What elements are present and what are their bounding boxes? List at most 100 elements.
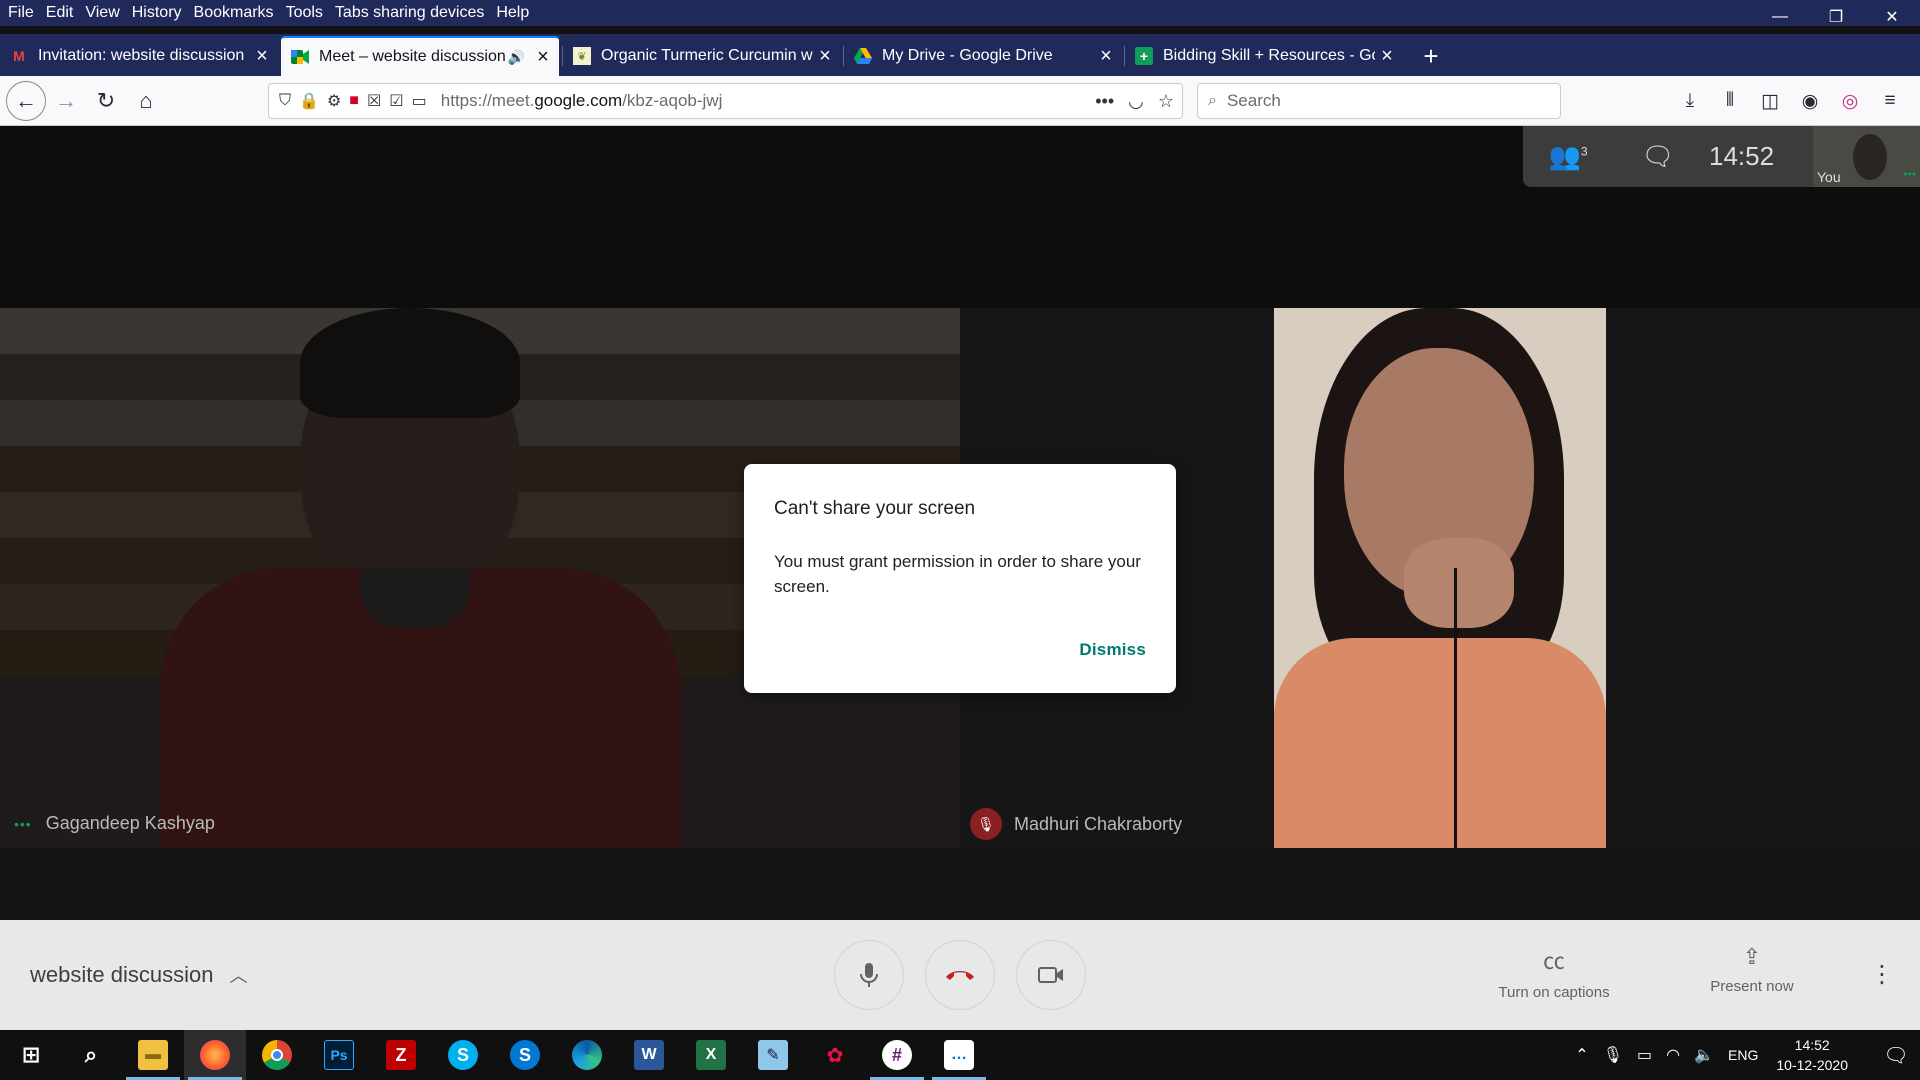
leave-call-button[interactable] — [925, 940, 995, 1010]
page-actions-icon[interactable]: ••• — [1095, 91, 1114, 112]
file-explorer-icon: ▬ — [138, 1040, 168, 1070]
more-vert-icon: ⋮ — [1870, 961, 1894, 988]
search-button[interactable]: ⌕ — [60, 1030, 122, 1080]
taskbar-skype[interactable]: S — [432, 1030, 494, 1080]
search-icon: ⌕ — [84, 1042, 98, 1067]
dismiss-button[interactable]: Dismiss — [1079, 640, 1146, 660]
menu-tabs-sharing-devices[interactable]: Tabs sharing devices — [329, 0, 490, 26]
close-tab-icon[interactable]: × — [1094, 45, 1118, 68]
edge-icon — [572, 1040, 602, 1070]
mic-off-icon: 🎙 — [970, 808, 1002, 840]
tab-google-drive[interactable]: My Drive - Google Drive × — [844, 36, 1122, 76]
captions-button[interactable]: ㏄ Turn on captions — [1488, 944, 1620, 1001]
close-tab-icon[interactable]: × — [250, 45, 274, 68]
taskbar-paint[interactable]: ✿ — [804, 1030, 866, 1080]
menu-hamburger-icon[interactable]: ≡ — [1870, 90, 1910, 112]
video-camera-icon — [1038, 967, 1063, 983]
library-icon[interactable]: ⫴ — [1710, 90, 1750, 112]
search-bar[interactable]: ⌕ Search — [1197, 83, 1561, 119]
close-window-button[interactable]: ✕ — [1864, 0, 1920, 34]
toolbar-right: ⤓ ⫴ ◫ ◉ ◎ ≡ — [1670, 83, 1910, 119]
minimize-button[interactable]: — — [1752, 0, 1808, 34]
new-tab-button[interactable]: + — [1413, 38, 1449, 74]
volume-icon[interactable]: 🔈 — [1694, 1045, 1714, 1065]
url-bar[interactable]: ⛉ 🔒 ⚙ ■ ☒ ☑ ▭ https://meet.google.com/kb… — [268, 83, 1183, 119]
notepad-icon: ✎ — [758, 1040, 788, 1070]
autoplay-icon[interactable]: ☑ — [389, 91, 403, 111]
tab-bidding-skill[interactable]: + Bidding Skill + Resources - Goo × — [1125, 36, 1403, 76]
taskbar-photoshop[interactable]: Ps — [308, 1030, 370, 1080]
speaker-icon[interactable]: 🔊 — [508, 49, 525, 66]
menu-bookmarks[interactable]: Bookmarks — [188, 0, 280, 26]
camera-icon[interactable]: ■ — [349, 92, 359, 110]
close-tab-icon[interactable]: × — [1375, 45, 1399, 68]
menu-history[interactable]: History — [126, 0, 188, 26]
taskbar-notepad[interactable]: ✎ — [742, 1030, 804, 1080]
search-placeholder: Search — [1226, 91, 1281, 110]
site-icon: ❦ — [573, 47, 591, 65]
taskbar-filezilla[interactable]: Z — [370, 1030, 432, 1080]
present-now-button[interactable]: ⇪ Present now — [1690, 944, 1814, 995]
taskbar-word[interactable]: W — [618, 1030, 680, 1080]
show-hidden-icons-chevron-icon[interactable]: ⌃ — [1575, 1045, 1588, 1065]
taskbar-feedback[interactable]: … — [928, 1030, 990, 1080]
tab-meet[interactable]: Meet – website discussion 🔊 × — [281, 36, 559, 76]
close-tab-icon[interactable]: × — [813, 45, 837, 68]
meet-control-bar: website discussion ︿ ㏄ Turn on captions … — [0, 920, 1920, 1030]
lock-icon[interactable]: 🔒 — [299, 91, 319, 111]
system-tray: ⌃ 🎙 ▭ ◠ 🔈 ENG 14:52 10-12-2020 🗨 — [1575, 1030, 1920, 1080]
forward-button[interactable]: → — [48, 83, 84, 119]
participant-tile-madhuri[interactable] — [1274, 308, 1606, 848]
menu-edit[interactable]: Edit — [40, 0, 80, 26]
microphone-tray-icon[interactable]: 🎙 — [1603, 1045, 1623, 1065]
notification-icon[interactable]: ▭ — [412, 91, 427, 111]
cant-share-screen-dialog: Can't share your screen You must grant p… — [744, 464, 1176, 693]
meeting-details-button[interactable]: website discussion ︿ — [30, 962, 247, 988]
taskbar-clock[interactable]: 14:52 10-12-2020 — [1776, 1035, 1848, 1075]
restore-button[interactable]: ❐ — [1808, 0, 1864, 34]
menu-help[interactable]: Help — [490, 0, 535, 26]
tab-invitation[interactable]: M Invitation: website discussion @ × — [0, 36, 278, 76]
menu-view[interactable]: View — [79, 0, 125, 26]
camera-button[interactable] — [1016, 940, 1086, 1010]
self-view-tile[interactable]: You ••• — [1813, 126, 1920, 187]
home-button[interactable]: ⌂ — [128, 83, 164, 119]
sidebar-icon[interactable]: ◫ — [1750, 90, 1790, 113]
taskbar-skype-business[interactable]: S — [494, 1030, 556, 1080]
wifi-icon[interactable]: ◠ — [1666, 1045, 1680, 1065]
url-text[interactable]: https://meet.google.com/kbz-aqob-jwj — [441, 91, 1081, 111]
microphone-button[interactable] — [834, 940, 904, 1010]
taskbar-chrome[interactable] — [246, 1030, 308, 1080]
language-indicator[interactable]: ENG — [1728, 1047, 1758, 1063]
menu-tools[interactable]: Tools — [280, 0, 329, 26]
start-button[interactable]: ⊞ — [0, 1030, 62, 1080]
tab-turmeric[interactable]: ❦ Organic Turmeric Curcumin wit × — [563, 36, 841, 76]
taskbar-file-explorer[interactable]: ▬ — [122, 1030, 184, 1080]
reload-button[interactable]: ↻ — [88, 83, 124, 119]
bookmark-star-icon[interactable]: ☆ — [1158, 91, 1174, 112]
participants-button[interactable]: 👥3 — [1523, 141, 1613, 172]
photoshop-icon: Ps — [324, 1040, 354, 1070]
tracking-shield-icon[interactable]: ⛉ — [279, 92, 291, 110]
downloads-icon[interactable]: ⤓ — [1670, 90, 1710, 112]
participant-name: 🎙 Madhuri Chakraborty — [970, 808, 1182, 840]
close-tab-icon[interactable]: × — [531, 46, 555, 69]
filezilla-icon: Z — [386, 1040, 416, 1070]
taskbar-edge[interactable] — [556, 1030, 618, 1080]
menu-file[interactable]: File — [2, 0, 40, 26]
chevron-up-icon: ︿ — [229, 966, 248, 986]
battery-icon[interactable]: ▭ — [1637, 1045, 1652, 1065]
taskbar-slack[interactable]: # — [866, 1030, 928, 1080]
action-center-icon[interactable]: 🗨 — [1872, 1043, 1920, 1068]
taskbar-firefox[interactable] — [184, 1030, 246, 1080]
permissions-icon[interactable]: ⚙ — [327, 91, 341, 111]
extension-icon[interactable]: ◎ — [1830, 90, 1870, 113]
back-button[interactable]: ← — [6, 81, 46, 121]
screen-share-blocked-icon[interactable]: ☒ — [367, 91, 381, 111]
self-label: You — [1817, 169, 1841, 185]
chat-button[interactable]: 🗨 — [1613, 141, 1703, 172]
more-options-button[interactable]: ⋮ — [1870, 960, 1894, 989]
pocket-icon[interactable]: ◡ — [1128, 91, 1144, 112]
account-icon[interactable]: ◉ — [1790, 90, 1830, 113]
taskbar-excel[interactable]: X — [680, 1030, 742, 1080]
